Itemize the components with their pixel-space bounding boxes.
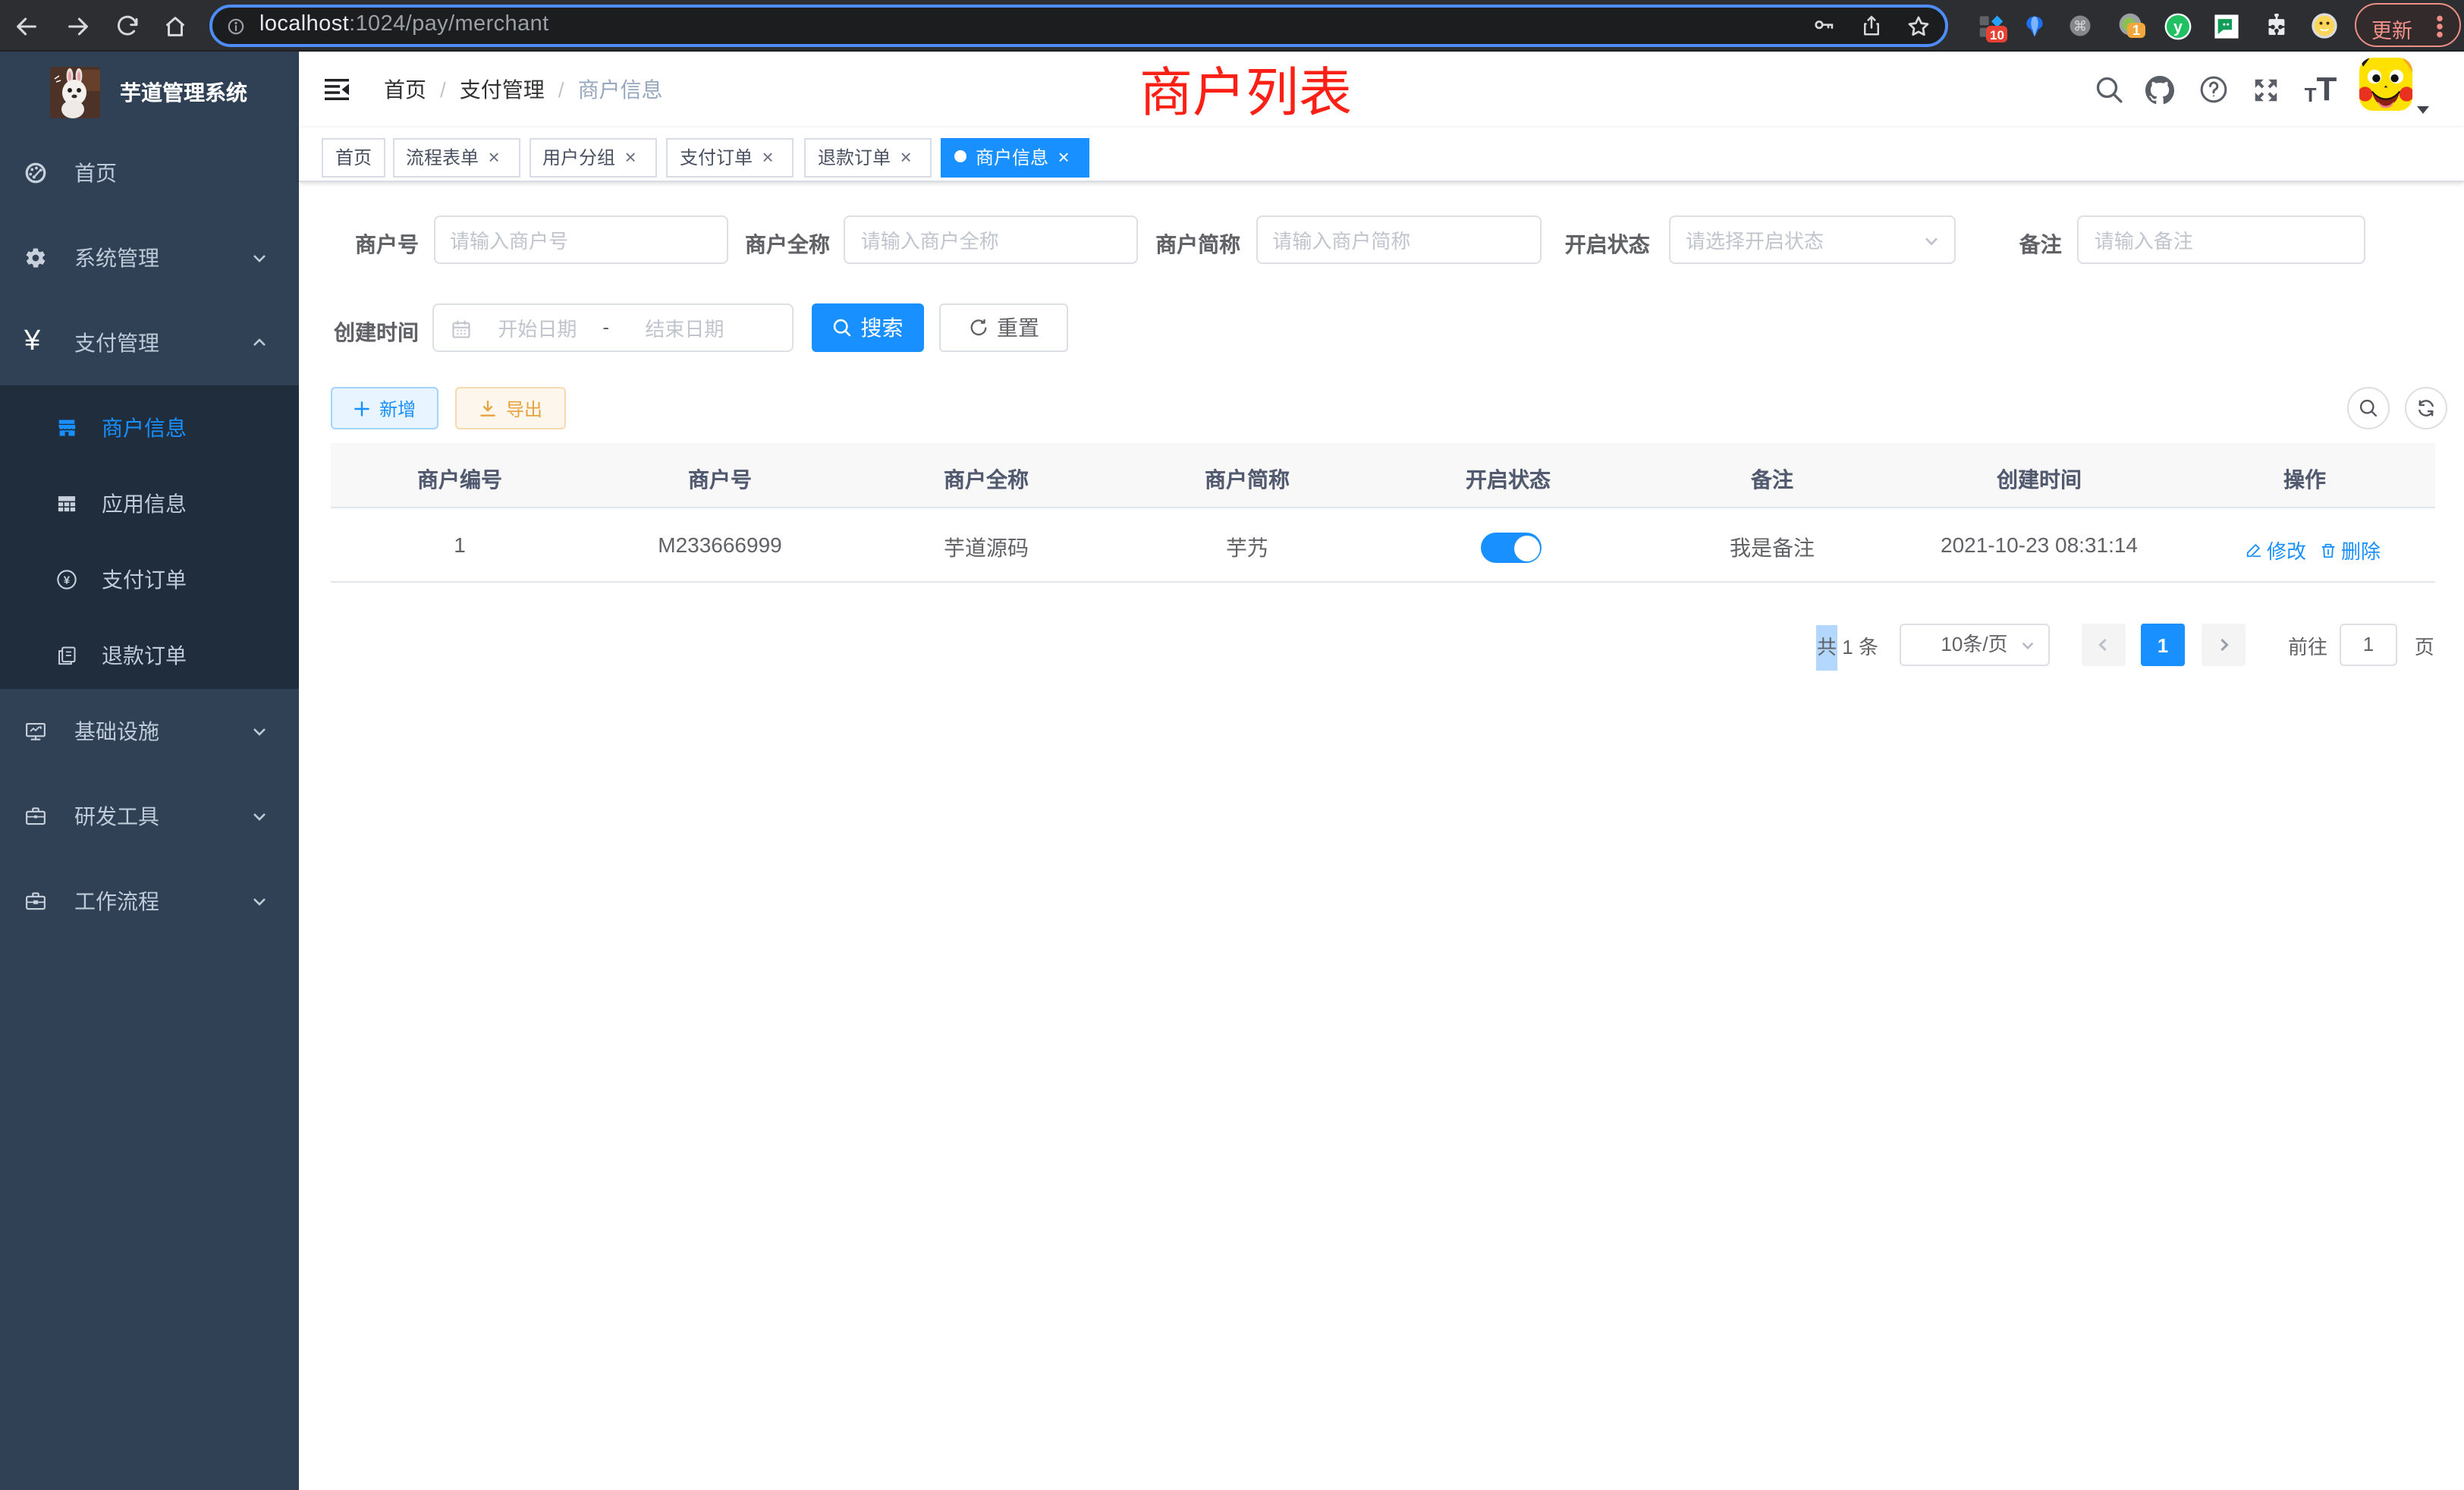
- svg-text:⌘: ⌘: [2073, 18, 2087, 33]
- svg-text:¥: ¥: [64, 574, 71, 586]
- svg-text:y: y: [2173, 17, 2182, 36]
